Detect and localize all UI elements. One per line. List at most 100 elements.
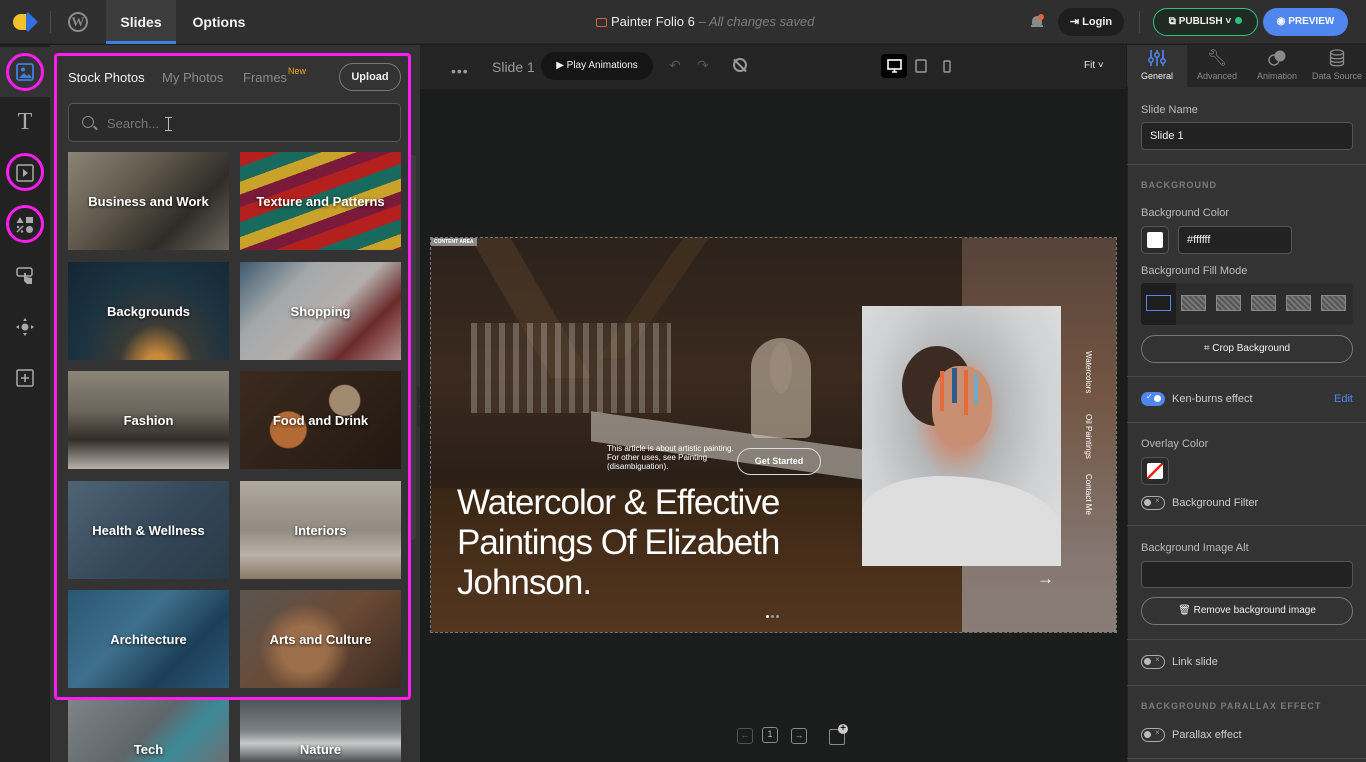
category-label: Texture and Patterns bbox=[256, 193, 385, 209]
search-input[interactable] bbox=[107, 113, 387, 133]
content-area-badge: CONTENT AREA bbox=[431, 238, 477, 246]
category-tile[interactable]: Architecture bbox=[68, 590, 229, 688]
login-label: Login bbox=[1082, 16, 1113, 28]
tab-my-photos[interactable]: My Photos bbox=[162, 70, 223, 85]
slide-dot[interactable] bbox=[766, 615, 769, 618]
nav-link-watercolors[interactable]: Watercolors bbox=[1084, 351, 1093, 393]
divider bbox=[1127, 639, 1366, 640]
move-icon bbox=[16, 318, 34, 336]
tab-animation[interactable]: Animation bbox=[1247, 45, 1307, 87]
play-animations-button[interactable]: ▶ Play Animations bbox=[541, 52, 653, 80]
fill-mode-fit-width[interactable] bbox=[1181, 295, 1206, 311]
category-tile[interactable]: Fashion bbox=[68, 371, 229, 469]
get-started-button[interactable]: Get Started bbox=[737, 448, 821, 475]
background-section-title: BACKGROUND bbox=[1141, 180, 1217, 190]
next-slide-icon[interactable]: → bbox=[791, 728, 807, 744]
publish-button[interactable]: ⧉ PUBLISH ˅ bbox=[1153, 8, 1258, 36]
category-tile[interactable]: Texture and Patterns bbox=[240, 152, 401, 250]
bg-alt-input[interactable] bbox=[1141, 561, 1353, 588]
current-slide-label: Slide 1 bbox=[492, 59, 535, 75]
tab-data-source[interactable]: Data Source bbox=[1307, 45, 1366, 87]
category-tile[interactable]: Nature bbox=[240, 700, 401, 762]
upload-button[interactable]: Upload bbox=[339, 63, 401, 91]
sidebar-item-interactive[interactable] bbox=[0, 251, 50, 301]
background-filter-toggle[interactable]: × bbox=[1141, 496, 1165, 510]
category-tile[interactable]: Shopping bbox=[240, 262, 401, 360]
kenburns-toggle[interactable]: ✓ bbox=[1141, 392, 1165, 406]
category-label: Shopping bbox=[290, 303, 351, 319]
previous-slide-icon[interactable]: ← bbox=[737, 728, 753, 744]
crop-background-button[interactable]: ⌗ Crop Background bbox=[1141, 335, 1353, 363]
portrait-image[interactable] bbox=[862, 306, 1061, 566]
category-tile[interactable]: Food and Drink bbox=[240, 371, 401, 469]
link-slide-toggle[interactable]: × bbox=[1141, 655, 1165, 669]
new-badge: New bbox=[288, 66, 307, 76]
category-tile[interactable]: Business and Work bbox=[68, 152, 229, 250]
bg-color-input[interactable]: #ffffff bbox=[1178, 226, 1292, 254]
slide-dot[interactable] bbox=[771, 615, 774, 618]
redo-icon[interactable]: ↷ bbox=[697, 57, 709, 74]
hide-icon[interactable] bbox=[733, 58, 747, 72]
device-desktop[interactable] bbox=[881, 54, 907, 78]
sliders-icon bbox=[1148, 50, 1166, 66]
tab-label: General bbox=[1140, 71, 1174, 81]
slide-name-input[interactable]: Slide 1 bbox=[1141, 122, 1353, 150]
device-mobile[interactable] bbox=[934, 54, 960, 78]
mobile-icon bbox=[943, 59, 951, 73]
undo-icon[interactable]: ↶ bbox=[669, 57, 681, 74]
tab-stock-photos[interactable]: Stock Photos bbox=[68, 70, 145, 85]
category-label: Business and Work bbox=[88, 193, 209, 209]
preview-button[interactable]: ◉ PREVIEW bbox=[1263, 8, 1348, 36]
parallax-toggle[interactable]: × bbox=[1141, 728, 1165, 742]
zoom-select[interactable]: Fit ˅ bbox=[1084, 60, 1104, 71]
login-button[interactable]: ⇥ Login bbox=[1058, 8, 1124, 36]
tab-frames[interactable]: Frames bbox=[243, 70, 287, 85]
fill-mode-tile[interactable] bbox=[1321, 295, 1346, 311]
page-number: 1 bbox=[762, 727, 778, 743]
notification-bell-icon[interactable] bbox=[1031, 14, 1044, 28]
sidebar-item-move[interactable] bbox=[0, 302, 50, 352]
fill-mode-center[interactable] bbox=[1251, 295, 1276, 311]
kenburns-edit-link[interactable]: Edit bbox=[1334, 393, 1353, 405]
arrow-right-icon[interactable]: → bbox=[1037, 569, 1054, 589]
fill-mode-crop[interactable] bbox=[1146, 295, 1171, 311]
tab-general[interactable]: General bbox=[1127, 45, 1187, 87]
more-icon[interactable]: ••• bbox=[451, 63, 469, 79]
nav-link-oil-paintings[interactable]: Oil Paintings bbox=[1084, 414, 1093, 459]
category-tile[interactable]: Backgrounds bbox=[68, 262, 229, 360]
device-tablet[interactable] bbox=[908, 54, 934, 78]
play-label: Play Animations bbox=[566, 60, 638, 71]
divider bbox=[1139, 11, 1140, 33]
fill-mode-stretch[interactable] bbox=[1286, 295, 1311, 311]
project-name: Painter Folio 6 bbox=[611, 14, 695, 29]
intro-text[interactable]: This article is about artistic painting.… bbox=[607, 444, 737, 471]
slide-preview[interactable]: CONTENT AREA This article is about artis… bbox=[430, 237, 1117, 633]
overlay-color-swatch[interactable] bbox=[1141, 457, 1169, 485]
wordpress-icon[interactable]: W bbox=[68, 12, 88, 32]
category-tile[interactable]: Tech bbox=[68, 700, 229, 762]
wrench-icon: 🔧︎ bbox=[1206, 50, 1228, 67]
nav-link-contact[interactable]: Contact Me bbox=[1084, 474, 1093, 515]
bg-color-swatch[interactable] bbox=[1141, 226, 1169, 254]
sidebar-item-add[interactable] bbox=[0, 353, 50, 403]
app-logo[interactable] bbox=[13, 12, 38, 32]
tab-options[interactable]: Options bbox=[180, 0, 258, 44]
category-tile[interactable]: Arts and Culture bbox=[240, 590, 401, 688]
remove-background-button[interactable]: 🗑︎ Remove background image bbox=[1141, 597, 1353, 625]
sidebar-item-text[interactable]: T bbox=[0, 97, 50, 147]
desktop-icon bbox=[886, 59, 902, 73]
fill-mode-fill[interactable] bbox=[1216, 295, 1241, 311]
category-label: Interiors bbox=[294, 522, 347, 538]
panel-scrollbar[interactable] bbox=[410, 155, 416, 540]
category-tile[interactable]: Health & Wellness bbox=[68, 481, 229, 579]
external-link-icon: ⧉ bbox=[1168, 16, 1179, 27]
search-field[interactable] bbox=[68, 103, 401, 142]
category-tile[interactable]: Interiors bbox=[240, 481, 401, 579]
bg-decor bbox=[471, 323, 671, 413]
tab-slides[interactable]: Slides bbox=[106, 0, 176, 44]
tab-advanced[interactable]: 🔧︎ Advanced bbox=[1187, 45, 1247, 87]
preview-label: PREVIEW bbox=[1288, 16, 1335, 27]
tap-icon bbox=[16, 267, 33, 284]
slide-headline[interactable]: Watercolor & Effective Paintings Of Eliz… bbox=[457, 483, 857, 603]
slide-dot[interactable] bbox=[776, 615, 779, 618]
